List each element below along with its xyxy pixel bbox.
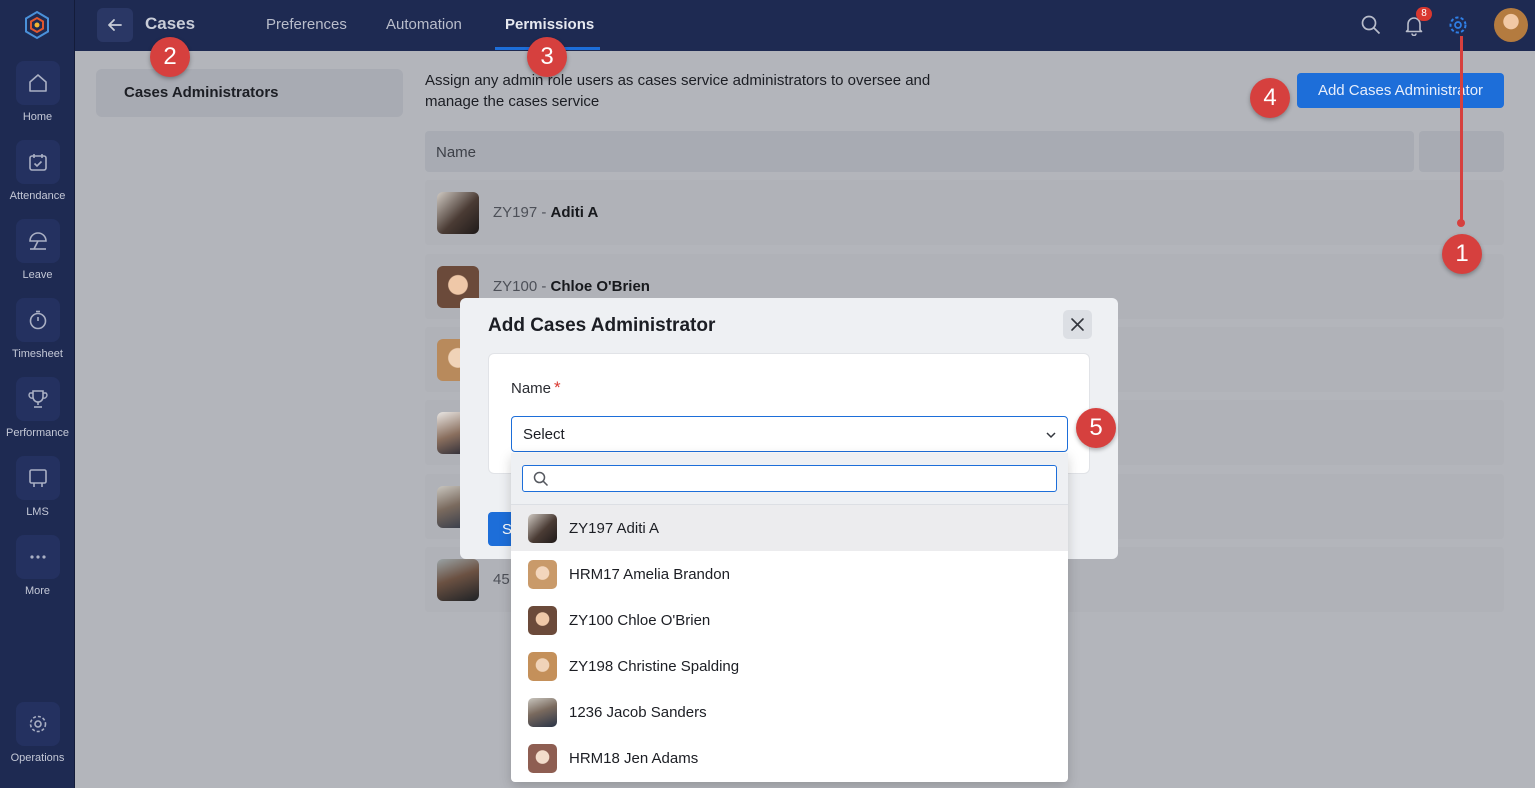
option-label: 1236 Jacob Sanders bbox=[569, 704, 707, 721]
sidebar-item-label: Timesheet bbox=[12, 348, 63, 360]
option-label: HRM18 Jen Adams bbox=[569, 750, 699, 767]
sidebar-item-label: Attendance bbox=[9, 190, 66, 202]
annotation-marker-5: 5 bbox=[1076, 408, 1116, 448]
employee-photo bbox=[437, 192, 479, 234]
option-label: ZY100 Chloe O'Brien bbox=[569, 612, 711, 629]
sidebar-item-performance[interactable]: Performance bbox=[0, 377, 75, 449]
sidebar-item-attendance[interactable]: Attendance bbox=[0, 140, 75, 212]
search-icon[interactable] bbox=[1360, 14, 1382, 36]
subnav-item-cases-administrators[interactable]: Cases Administrators bbox=[96, 69, 403, 117]
id-separator: - bbox=[537, 278, 551, 295]
dropdown-option[interactable]: HRM18 Jen Adams bbox=[511, 735, 1068, 781]
select-value: Select bbox=[523, 426, 565, 443]
option-label: ZY197 Aditi A bbox=[569, 520, 660, 537]
required-marker: * bbox=[554, 378, 561, 397]
tab-preferences[interactable]: Preferences bbox=[266, 16, 347, 33]
sidebar-item-timesheet[interactable]: Timesheet bbox=[0, 298, 75, 370]
employee-name: Chloe O'Brien bbox=[550, 278, 650, 295]
employee-photo bbox=[528, 744, 557, 773]
employee-photo bbox=[528, 606, 557, 635]
trophy-icon bbox=[15, 377, 60, 421]
gear-icon[interactable] bbox=[1447, 14, 1469, 36]
stopwatch-icon bbox=[15, 298, 60, 342]
name-select-dropdown: ZY197 Aditi A HRM17 Amelia Brandon ZY100… bbox=[511, 453, 1068, 782]
notification-badge: 8 bbox=[1416, 7, 1432, 21]
employee-name: Aditi A bbox=[550, 204, 599, 221]
id-separator: - bbox=[537, 204, 551, 221]
employee-id: ZY100 bbox=[493, 278, 538, 295]
sidebar-item-label: Home bbox=[22, 111, 53, 123]
sidebar-item-label: Performance bbox=[6, 427, 69, 439]
more-dots-icon bbox=[15, 535, 60, 579]
app-logo-icon[interactable] bbox=[22, 10, 52, 40]
sidebar-item-label: More bbox=[24, 585, 51, 597]
employee-photo bbox=[528, 514, 557, 543]
add-cases-administrator-button[interactable]: Add Cases Administrator bbox=[1297, 73, 1504, 108]
employee-id: 45 bbox=[493, 571, 510, 588]
arrow-left-icon bbox=[108, 19, 122, 31]
sidebar-item-operations[interactable]: Operations bbox=[0, 702, 75, 774]
dropdown-search-input[interactable] bbox=[522, 465, 1057, 492]
option-label: HRM17 Amelia Brandon bbox=[569, 566, 730, 583]
dropdown-option[interactable]: 1236 Jacob Sanders bbox=[511, 689, 1068, 735]
annotation-marker-2: 2 bbox=[150, 37, 190, 77]
sidebar-item-label: Operations bbox=[10, 752, 65, 764]
dropdown-option[interactable]: HRM17 Amelia Brandon bbox=[511, 551, 1068, 597]
annotation-pointer-dot bbox=[1457, 219, 1465, 227]
dropdown-option[interactable]: ZY198 Christine Spalding bbox=[511, 643, 1068, 689]
sidebar-item-label: Leave bbox=[22, 269, 53, 281]
permissions-description: Assign any admin role users as cases ser… bbox=[425, 72, 931, 110]
left-sidebar: Home Attendance Leave Timesheet Performa… bbox=[0, 0, 75, 788]
employee-photo bbox=[528, 560, 557, 589]
top-bar: Cases Preferences Automation Permissions… bbox=[75, 0, 1535, 51]
sidebar-item-home[interactable]: Home bbox=[0, 61, 75, 133]
option-label: ZY198 Christine Spalding bbox=[569, 658, 740, 675]
dropdown-option[interactable]: ZY197 Aditi A bbox=[511, 505, 1068, 551]
close-icon bbox=[1071, 318, 1084, 331]
annotation-marker-1: 1 bbox=[1442, 234, 1482, 274]
operations-gear-icon bbox=[15, 702, 60, 746]
table-header: Name bbox=[425, 131, 1414, 172]
umbrella-icon bbox=[15, 219, 60, 263]
search-icon bbox=[533, 471, 549, 487]
tab-automation[interactable]: Automation bbox=[386, 16, 462, 33]
annotation-marker-3: 3 bbox=[527, 37, 567, 77]
annotation-marker-4: 4 bbox=[1250, 78, 1290, 118]
column-header-name: Name bbox=[436, 144, 477, 161]
subnav-item-label: Cases Administrators bbox=[124, 84, 279, 101]
employee-photo bbox=[437, 559, 479, 601]
sidebar-item-label: LMS bbox=[26, 506, 49, 518]
sidebar-item-leave[interactable]: Leave bbox=[0, 219, 75, 291]
home-icon bbox=[15, 61, 60, 105]
modal-title: Add Cases Administrator bbox=[488, 315, 716, 336]
employee-photo bbox=[528, 698, 557, 727]
annotation-pointer-line bbox=[1460, 36, 1463, 222]
employee-photo bbox=[528, 652, 557, 681]
back-button[interactable] bbox=[97, 8, 133, 42]
user-avatar[interactable] bbox=[1494, 8, 1528, 42]
sidebar-item-lms[interactable]: LMS bbox=[0, 456, 75, 528]
close-button[interactable] bbox=[1063, 310, 1092, 339]
employee-id: ZY197 bbox=[493, 204, 538, 221]
name-field-label: Name bbox=[511, 380, 552, 397]
tab-permissions[interactable]: Permissions bbox=[505, 16, 594, 33]
dropdown-option[interactable]: ZY100 Chloe O'Brien bbox=[511, 597, 1068, 643]
sidebar-item-more[interactable]: More bbox=[0, 535, 75, 607]
name-select[interactable]: Select bbox=[511, 416, 1068, 452]
page-title: Cases bbox=[145, 14, 196, 33]
chevron-down-icon bbox=[1046, 432, 1056, 439]
table-row[interactable]: ZY197 - Aditi A bbox=[425, 180, 1504, 245]
course-icon bbox=[15, 456, 60, 500]
calendar-check-icon bbox=[15, 140, 60, 184]
